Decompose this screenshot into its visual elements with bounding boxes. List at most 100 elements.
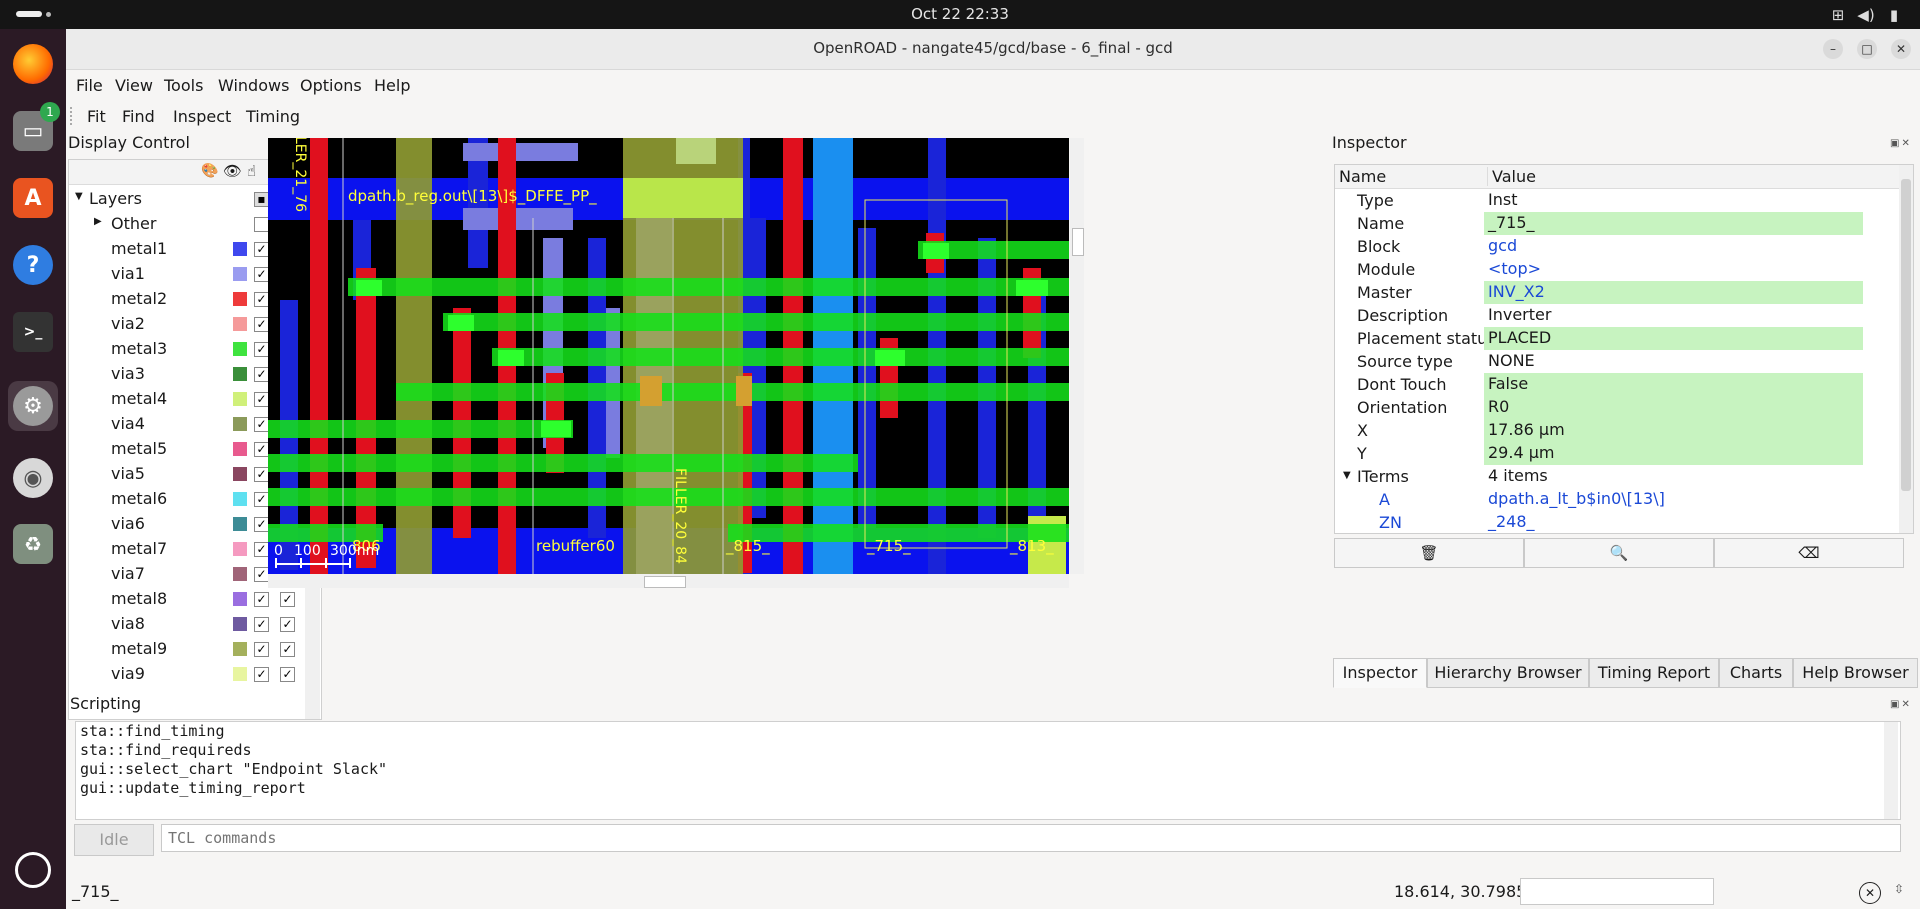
dock-show-apps[interactable]	[8, 845, 58, 895]
dock-files[interactable]: ▭ 1	[8, 102, 60, 156]
property-value[interactable]: INV_X2	[1484, 281, 1863, 304]
layer-row[interactable]: via3✓✓	[69, 361, 297, 386]
layer-row[interactable]: via6✓✓	[69, 511, 297, 536]
layer-color-swatch[interactable]	[233, 642, 247, 656]
menu-windows[interactable]: Windows	[218, 76, 289, 95]
dock-app-center[interactable]: A	[8, 173, 58, 223]
layer-row[interactable]: via5✓✓	[69, 461, 297, 486]
layer-row[interactable]: via4✓✓	[69, 411, 297, 436]
dock-firefox[interactable]	[8, 39, 58, 89]
tab-timing-report[interactable]: Timing Report	[1589, 658, 1719, 688]
layer-visible-checkbox[interactable]: ✓	[254, 592, 269, 607]
layer-visible-checkbox[interactable]: ✓	[254, 292, 269, 307]
toolbar-handle[interactable]	[70, 107, 74, 125]
layer-visible-checkbox[interactable]: ✓	[254, 517, 269, 532]
tree-row-other[interactable]: ▶ Other	[69, 211, 297, 236]
layer-visible-checkbox[interactable]: ✓	[254, 317, 269, 332]
inspector-row[interactable]: Master INV_X2	[1335, 281, 1899, 304]
property-value[interactable]: gcd	[1484, 235, 1863, 258]
layer-row[interactable]: metal3✓✓	[69, 336, 297, 361]
inspector-row[interactable]: ▼ ITerms 4 items	[1335, 465, 1899, 488]
layer-color-swatch[interactable]	[233, 542, 247, 556]
layer-color-swatch[interactable]	[233, 342, 247, 356]
layer-selectable-checkbox[interactable]: ✓	[280, 617, 295, 632]
network-icon[interactable]: ⊞	[1829, 6, 1847, 24]
battery-icon[interactable]: ▮	[1885, 6, 1903, 24]
canvas-vscroll[interactable]	[1070, 138, 1084, 574]
layer-row[interactable]: metal4✓✓	[69, 386, 297, 411]
layer-row[interactable]: via1✓✓	[69, 261, 297, 286]
layer-selectable-checkbox[interactable]: ✓	[280, 642, 295, 657]
layer-color-swatch[interactable]	[233, 267, 247, 281]
inspector-scroll-thumb[interactable]	[1901, 179, 1911, 491]
layer-row[interactable]: metal6✓✓	[69, 486, 297, 511]
layer-visible-checkbox[interactable]: ✓	[254, 567, 269, 582]
minimize-button[interactable]: –	[1823, 39, 1843, 59]
layer-visible-checkbox[interactable]: ✓	[254, 392, 269, 407]
inspector-row[interactable]: Name _715_	[1335, 212, 1899, 235]
tab-inspector[interactable]: Inspector	[1333, 658, 1427, 688]
tcl-command-input[interactable]	[161, 824, 1901, 852]
expand-arrow-icon[interactable]: ▶	[94, 216, 102, 227]
dock-trash[interactable]: ♻	[8, 519, 58, 569]
vscroll-thumb[interactable]	[1072, 228, 1084, 256]
property-value[interactable]: dpath.a_lt_b$in0\[13\]	[1484, 488, 1863, 511]
tree-row-layers[interactable]: ▼ Layers ▪ ▪	[69, 186, 297, 211]
layer-visible-checkbox[interactable]: ✓	[254, 267, 269, 282]
clear-icon[interactable]: ✕	[1859, 882, 1881, 904]
inspector-row[interactable]: Description Inverter	[1335, 304, 1899, 327]
layer-color-swatch[interactable]	[233, 367, 247, 381]
menu-options[interactable]: Options	[300, 76, 362, 95]
layer-color-swatch[interactable]	[233, 317, 247, 331]
layer-color-swatch[interactable]	[233, 667, 247, 681]
dock-terminal[interactable]: >_	[8, 307, 58, 357]
layer-color-swatch[interactable]	[233, 467, 247, 481]
dock-disc[interactable]: ◉	[8, 453, 58, 503]
layer-row[interactable]: via8 ✓ ✓	[69, 611, 297, 636]
menu-tools[interactable]: Tools	[164, 76, 203, 95]
tab-charts[interactable]: Charts	[1719, 658, 1793, 688]
zoom-to-button[interactable]: 🔍	[1524, 538, 1714, 568]
timing-button[interactable]: Timing	[246, 107, 300, 126]
fit-button[interactable]: Fit	[87, 107, 106, 126]
layer-selectable-checkbox[interactable]: ✓	[280, 667, 295, 682]
script-scrollbar[interactable]	[1884, 722, 1898, 819]
hscroll-thumb[interactable]	[644, 576, 686, 588]
inspector-row[interactable]: Source type NONE	[1335, 350, 1899, 373]
dock-float-close-icon[interactable]: ▣✕	[1890, 138, 1916, 150]
inspector-row[interactable]: Block gcd	[1335, 235, 1899, 258]
layer-color-swatch[interactable]	[233, 517, 247, 531]
layer-selectable-checkbox[interactable]: ✓	[280, 592, 295, 607]
layers-visible-checkbox[interactable]: ▪	[254, 192, 269, 207]
inspector-row[interactable]: Orientation R0	[1335, 396, 1899, 419]
layer-row[interactable]: metal8 ✓ ✓	[69, 586, 297, 611]
layer-visible-checkbox[interactable]: ✓	[254, 492, 269, 507]
clock[interactable]: Oct 22 22:33	[0, 5, 1920, 23]
layer-color-swatch[interactable]	[233, 292, 247, 306]
inspector-row[interactable]: Dont Touch False	[1335, 373, 1899, 396]
layer-visible-checkbox[interactable]: ✓	[254, 617, 269, 632]
layer-visible-checkbox[interactable]: ✓	[254, 417, 269, 432]
layer-color-swatch[interactable]	[233, 392, 247, 406]
menu-view[interactable]: View	[115, 76, 153, 95]
menu-help[interactable]: Help	[374, 76, 410, 95]
layer-row[interactable]: metal5✓✓	[69, 436, 297, 461]
tab-help-browser[interactable]: Help Browser	[1793, 658, 1918, 688]
layer-visible-checkbox[interactable]: ✓	[254, 667, 269, 682]
layer-visible-checkbox[interactable]: ✓	[254, 642, 269, 657]
layer-visible-checkbox[interactable]: ✓	[254, 367, 269, 382]
collapse-arrow-icon[interactable]: ▼	[1343, 470, 1351, 481]
layer-color-swatch[interactable]	[233, 417, 247, 431]
property-value[interactable]: _248_	[1484, 511, 1863, 533]
layer-color-swatch[interactable]	[233, 567, 247, 581]
inspector-row[interactable]: Module <top>	[1335, 258, 1899, 281]
layer-color-swatch[interactable]	[233, 617, 247, 631]
command-field[interactable]	[1520, 878, 1714, 905]
inspector-row[interactable]: X 17.86 µm	[1335, 419, 1899, 442]
tab-hierarchy-browser[interactable]: Hierarchy Browser	[1427, 658, 1589, 688]
menu-file[interactable]: File	[76, 76, 103, 95]
layer-visible-checkbox[interactable]: ✓	[254, 242, 269, 257]
volume-icon[interactable]: ◀)	[1857, 6, 1875, 24]
find-button[interactable]: Find	[122, 107, 155, 126]
layer-row[interactable]: metal1✓✓	[69, 236, 297, 261]
